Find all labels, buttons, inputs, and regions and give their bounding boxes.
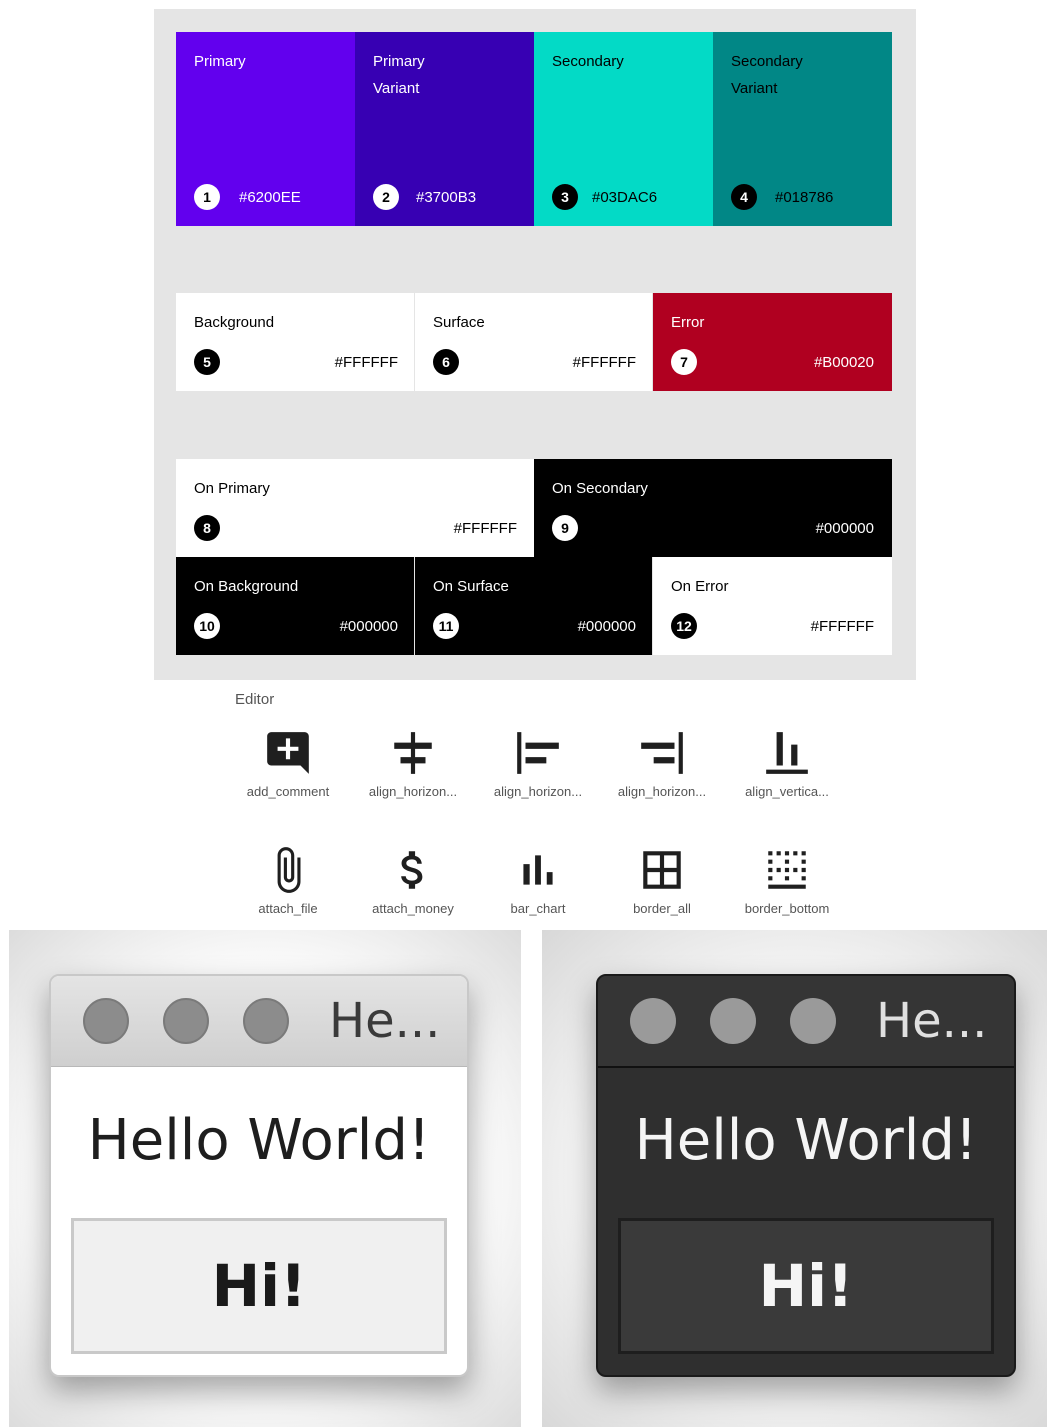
minimize-window-button[interactable] [710,998,756,1044]
close-window-button[interactable] [83,998,129,1044]
icon-label: align_horizon... [617,784,707,799]
icon-label: add_comment [246,784,330,799]
swatch-hex: #6200EE [239,189,301,206]
swatch-number-badge: 5 [194,349,220,375]
swatch-hex: #000000 [815,520,874,537]
swatch-name: On Error [671,578,729,595]
window-titlebar: He... [51,976,467,1067]
icon-tile-add-comment[interactable]: add_comment [226,728,350,808]
swatch-number-badge: 1 [194,184,220,210]
swatch-on-secondary: On Secondary 9 #000000 [534,459,892,557]
icon-tile-align-horizontal-right[interactable]: align_horizon... [600,728,724,808]
swatch-secondary: Secondary 3 #03DAC6 [534,32,713,226]
swatch-secondary-variant: Secondary Variant 4 #018786 [713,32,892,226]
icon-tile-align-vertical-bottom[interactable]: align_vertica... [725,728,849,808]
icon-tile-align-horizontal-center[interactable]: align_horizon... [351,728,475,808]
swatch-on-error: On Error 12 #FFFFFF [653,557,892,655]
attach-money-icon [401,851,423,889]
swatch-name: On Primary [194,480,270,497]
swatch-name: Secondary Variant [731,53,803,97]
swatch-name: Surface [433,314,485,331]
maximize-window-button[interactable] [243,998,289,1044]
align-horizontal-right-icon [641,732,683,774]
dark-theme-preview: He... Hello World! Hi! [542,930,1047,1427]
align-horizontal-left-icon [517,732,559,774]
swatch-on-primary: On Primary 8 #FFFFFF [176,459,534,557]
swatch-primary-variant: Primary Variant 2 #3700B3 [355,32,534,226]
close-window-button[interactable] [630,998,676,1044]
hello-message: Hello World! [87,1108,431,1173]
icon-tile-bar-chart[interactable]: bar_chart [476,845,600,925]
swatch-number-badge: 9 [552,515,578,541]
swatch-hex: #03DAC6 [592,189,658,206]
swatch-hex: #000000 [339,618,398,635]
window-title: He... [329,993,441,1049]
editor-section-title: Editor [235,691,275,708]
icon-label: bar_chart [510,901,566,916]
window-titlebar: He... [598,976,1014,1068]
maximize-window-button[interactable] [790,998,836,1044]
icon-tile-attach-file[interactable]: attach_file [226,845,350,925]
swatch-number-badge: 6 [433,349,459,375]
swatch-error: Error 7 #B00020 [653,293,892,391]
swatch-hex: #B00020 [813,354,874,371]
swatch-hex: #018786 [775,189,834,206]
swatch-hex: #3700B3 [416,189,477,206]
swatch-number-badge: 4 [731,184,757,210]
border-all-icon [643,851,681,889]
swatch-on-background: On Background 10 #000000 [176,557,414,655]
swatch-on-surface: On Surface 11 #000000 [415,557,652,655]
swatch-surface: Surface 6 #FFFFFF [415,293,652,391]
swatch-hex: #000000 [577,618,636,635]
color-palette: Primary 1 #6200EE Primary Variant 2 #370… [154,9,916,680]
swatch-name: Error [671,314,705,331]
swatch-hex: #FFFFFF [810,618,874,635]
align-vertical-bottom-icon [766,732,808,774]
hi-button[interactable]: Hi! [618,1218,994,1354]
swatch-number-badge: 7 [671,349,697,375]
swatch-name: Secondary [552,53,624,70]
swatch-hex: #FFFFFF [453,520,517,537]
app-window-dark: He... Hello World! Hi! [596,974,1016,1377]
swatch-hex: #FFFFFF [572,354,636,371]
icon-label: border_bottom [744,901,830,916]
icon-tile-align-horizontal-left[interactable]: align_horizon... [476,728,600,808]
swatch-number-badge: 2 [373,184,399,210]
attach-file-icon [277,847,301,893]
swatch-number-badge: 11 [433,613,459,639]
icon-label: align_vertica... [745,784,829,799]
swatch-primary: Primary 1 #6200EE [176,32,355,226]
icon-label: border_all [633,901,691,916]
swatch-name: Primary Variant [373,53,425,97]
icon-label: attach_money [372,901,454,916]
add-comment-icon [267,732,309,774]
align-horizontal-center-icon [394,732,432,774]
icon-label: attach_file [258,901,318,916]
swatch-hex: #FFFFFF [334,354,398,371]
swatch-number-badge: 12 [671,613,697,639]
border-bottom-icon [768,851,806,889]
icon-label: align_horizon... [368,784,458,799]
minimize-window-button[interactable] [163,998,209,1044]
icon-label: align_horizon... [493,784,583,799]
swatch-name: On Secondary [552,480,648,497]
swatch-number-badge: 8 [194,515,220,541]
icon-tile-attach-money[interactable]: attach_money [351,845,475,925]
swatch-name: On Background [194,578,299,595]
icon-tile-border-bottom[interactable]: border_bottom [725,845,849,925]
hi-button[interactable]: Hi! [71,1218,447,1354]
swatch-number-badge: 3 [552,184,578,210]
window-title: He... [876,993,988,1049]
icon-tile-border-all[interactable]: border_all [600,845,724,925]
swatch-background: Background 5 #FFFFFF [176,293,414,391]
hello-message: Hello World! [634,1108,978,1173]
swatch-number-badge: 10 [194,613,220,639]
swatch-name: On Surface [433,578,509,595]
light-theme-preview: He... Hello World! Hi! [9,930,521,1427]
swatch-name: Primary [194,53,246,70]
bar-chart-icon [523,855,553,885]
swatch-name: Background [194,314,275,331]
app-window-light: He... Hello World! Hi! [49,974,469,1377]
